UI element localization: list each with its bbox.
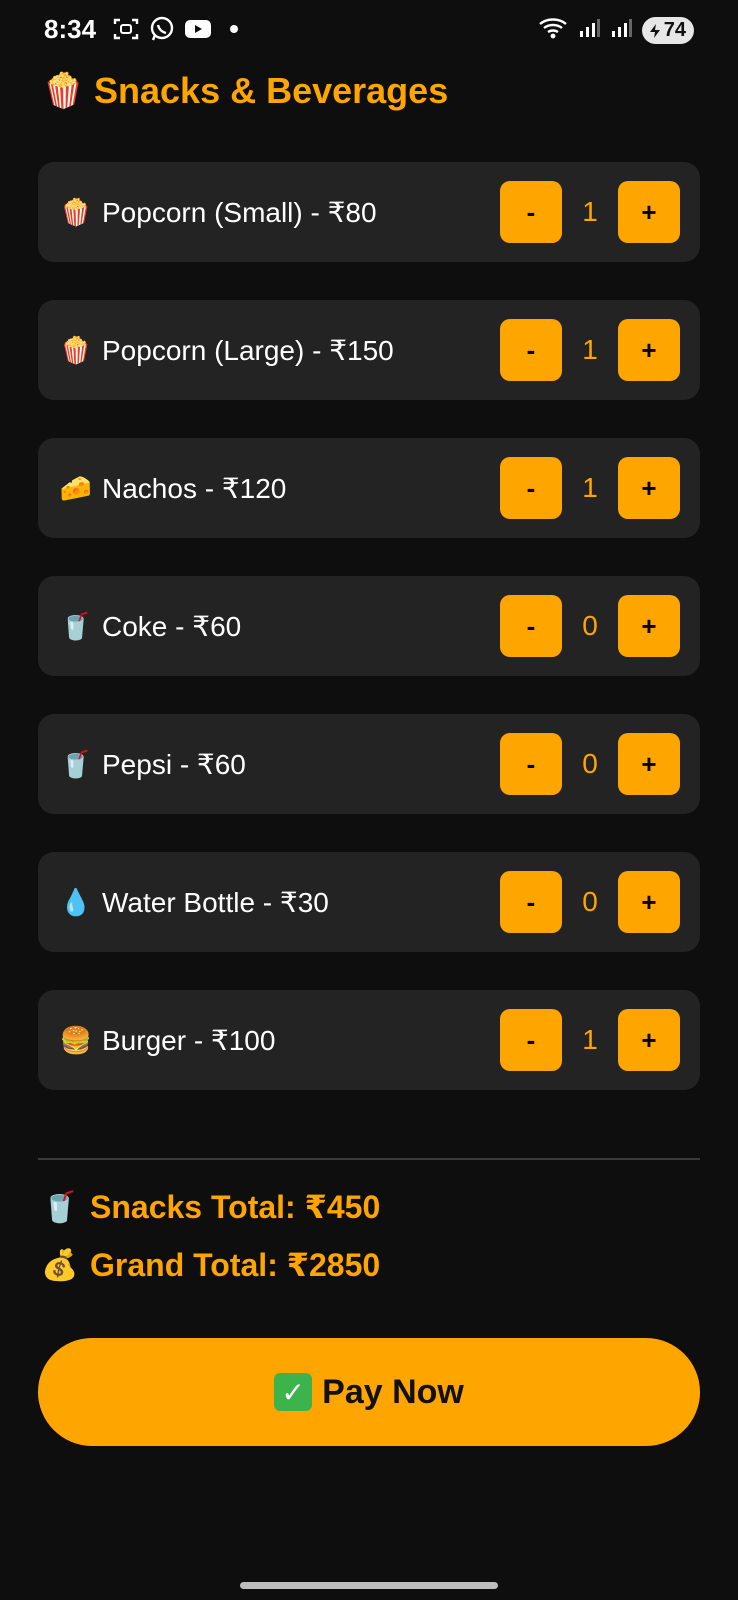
- pay-now-label: Pay Now: [322, 1372, 464, 1411]
- notification-icons: [112, 16, 248, 42]
- quantity-stepper: - 0 +: [500, 733, 680, 795]
- cup-drink-icon: 🥤: [41, 1190, 79, 1224]
- battery-level: 74: [663, 19, 686, 41]
- item-label: Popcorn (Large) - ₹150: [102, 334, 394, 366]
- grand-total-text: Grand Total: ₹2850: [90, 1247, 381, 1283]
- quantity-value: 0: [582, 610, 598, 641]
- snacks-total: 🥤 Snacks Total: ₹450: [40, 1188, 380, 1226]
- droplet-icon: 💧: [59, 886, 93, 917]
- money-bag-icon: 💰: [41, 1248, 79, 1282]
- decrement-button[interactable]: -: [500, 733, 562, 795]
- item-label: Nachos - ₹120: [102, 472, 287, 504]
- decrement-button[interactable]: -: [500, 457, 562, 519]
- quantity-value: 1: [582, 196, 598, 227]
- quantity-value: 1: [582, 1024, 598, 1055]
- page-title-text: Snacks & Beverages: [94, 70, 449, 111]
- increment-button[interactable]: +: [618, 871, 680, 933]
- increment-button[interactable]: +: [618, 595, 680, 657]
- signal-icon: [610, 17, 632, 44]
- check-mark-icon: ✓: [274, 1373, 313, 1411]
- increment-button[interactable]: +: [618, 457, 680, 519]
- item-label: Popcorn (Small) - ₹80: [102, 196, 377, 228]
- quantity-value: 0: [582, 886, 598, 917]
- item-label: Water Bottle - ₹30: [102, 886, 329, 918]
- popcorn-icon: 🍿: [59, 334, 93, 365]
- home-indicator[interactable]: [240, 1582, 498, 1589]
- list-item: 🥤 Coke - ₹60 - 0 +: [38, 576, 700, 676]
- item-label: Burger - ₹100: [102, 1024, 276, 1056]
- whatsapp-icon: [148, 16, 176, 42]
- item-label: Pepsi - ₹60: [102, 748, 246, 780]
- list-item: 🥤 Pepsi - ₹60 - 0 +: [38, 714, 700, 814]
- list-item: 🍿 Popcorn (Large) - ₹150 - 1 +: [38, 300, 700, 400]
- wifi-icon: [538, 16, 568, 45]
- quantity-stepper: - 1 +: [500, 181, 680, 243]
- list-item: 🍔 Burger - ₹100 - 1 +: [38, 990, 700, 1090]
- increment-button[interactable]: +: [618, 181, 680, 243]
- increment-button[interactable]: +: [618, 1009, 680, 1071]
- status-time: 8:34: [44, 14, 97, 44]
- quantity-stepper: - 1 +: [500, 319, 680, 381]
- signal-icon: [578, 17, 600, 44]
- decrement-button[interactable]: -: [500, 1009, 562, 1071]
- youtube-icon: [184, 16, 212, 42]
- increment-button[interactable]: +: [618, 319, 680, 381]
- battery-icon: 74: [641, 17, 694, 44]
- quantity-value: 1: [582, 334, 598, 365]
- cup-drink-icon: 🥤: [59, 610, 93, 641]
- divider: [38, 1158, 700, 1160]
- list-item: 🍿 Popcorn (Small) - ₹80 - 1 +: [38, 162, 700, 262]
- snack-list: 🍿 Popcorn (Small) - ₹80 - 1 + 🍿 Popcorn …: [38, 162, 700, 1128]
- item-label: Coke - ₹60: [102, 610, 242, 642]
- cup-drink-icon: 🥤: [59, 748, 93, 779]
- list-item: 💧 Water Bottle - ₹30 - 0 +: [38, 852, 700, 952]
- quantity-stepper: - 0 +: [500, 595, 680, 657]
- decrement-button[interactable]: -: [500, 181, 562, 243]
- page-title: 🍿 Snacks & Beverages: [42, 70, 448, 112]
- system-icons: 74: [538, 16, 694, 45]
- decrement-button[interactable]: -: [500, 319, 562, 381]
- snacks-total-text: Snacks Total: ₹450: [90, 1189, 381, 1225]
- pay-now-button[interactable]: ✓ Pay Now: [38, 1338, 700, 1446]
- quantity-stepper: - 0 +: [500, 871, 680, 933]
- list-item: 🧀 Nachos - ₹120 - 1 +: [38, 438, 700, 538]
- quantity-value: 1: [582, 472, 598, 503]
- screenshot-icon: [112, 16, 140, 42]
- decrement-button[interactable]: -: [500, 871, 562, 933]
- grand-total: 💰 Grand Total: ₹2850: [40, 1246, 380, 1284]
- burger-icon: 🍔: [59, 1024, 93, 1055]
- popcorn-icon: 🍿: [42, 72, 85, 110]
- dot-icon: [220, 16, 248, 42]
- quantity-value: 0: [582, 748, 598, 779]
- increment-button[interactable]: +: [618, 733, 680, 795]
- quantity-stepper: - 1 +: [500, 1009, 680, 1071]
- popcorn-icon: 🍿: [59, 196, 93, 227]
- quantity-stepper: - 1 +: [500, 457, 680, 519]
- status-bar: 8:34 74: [0, 0, 738, 60]
- cheese-icon: 🧀: [59, 472, 93, 503]
- decrement-button[interactable]: -: [500, 595, 562, 657]
